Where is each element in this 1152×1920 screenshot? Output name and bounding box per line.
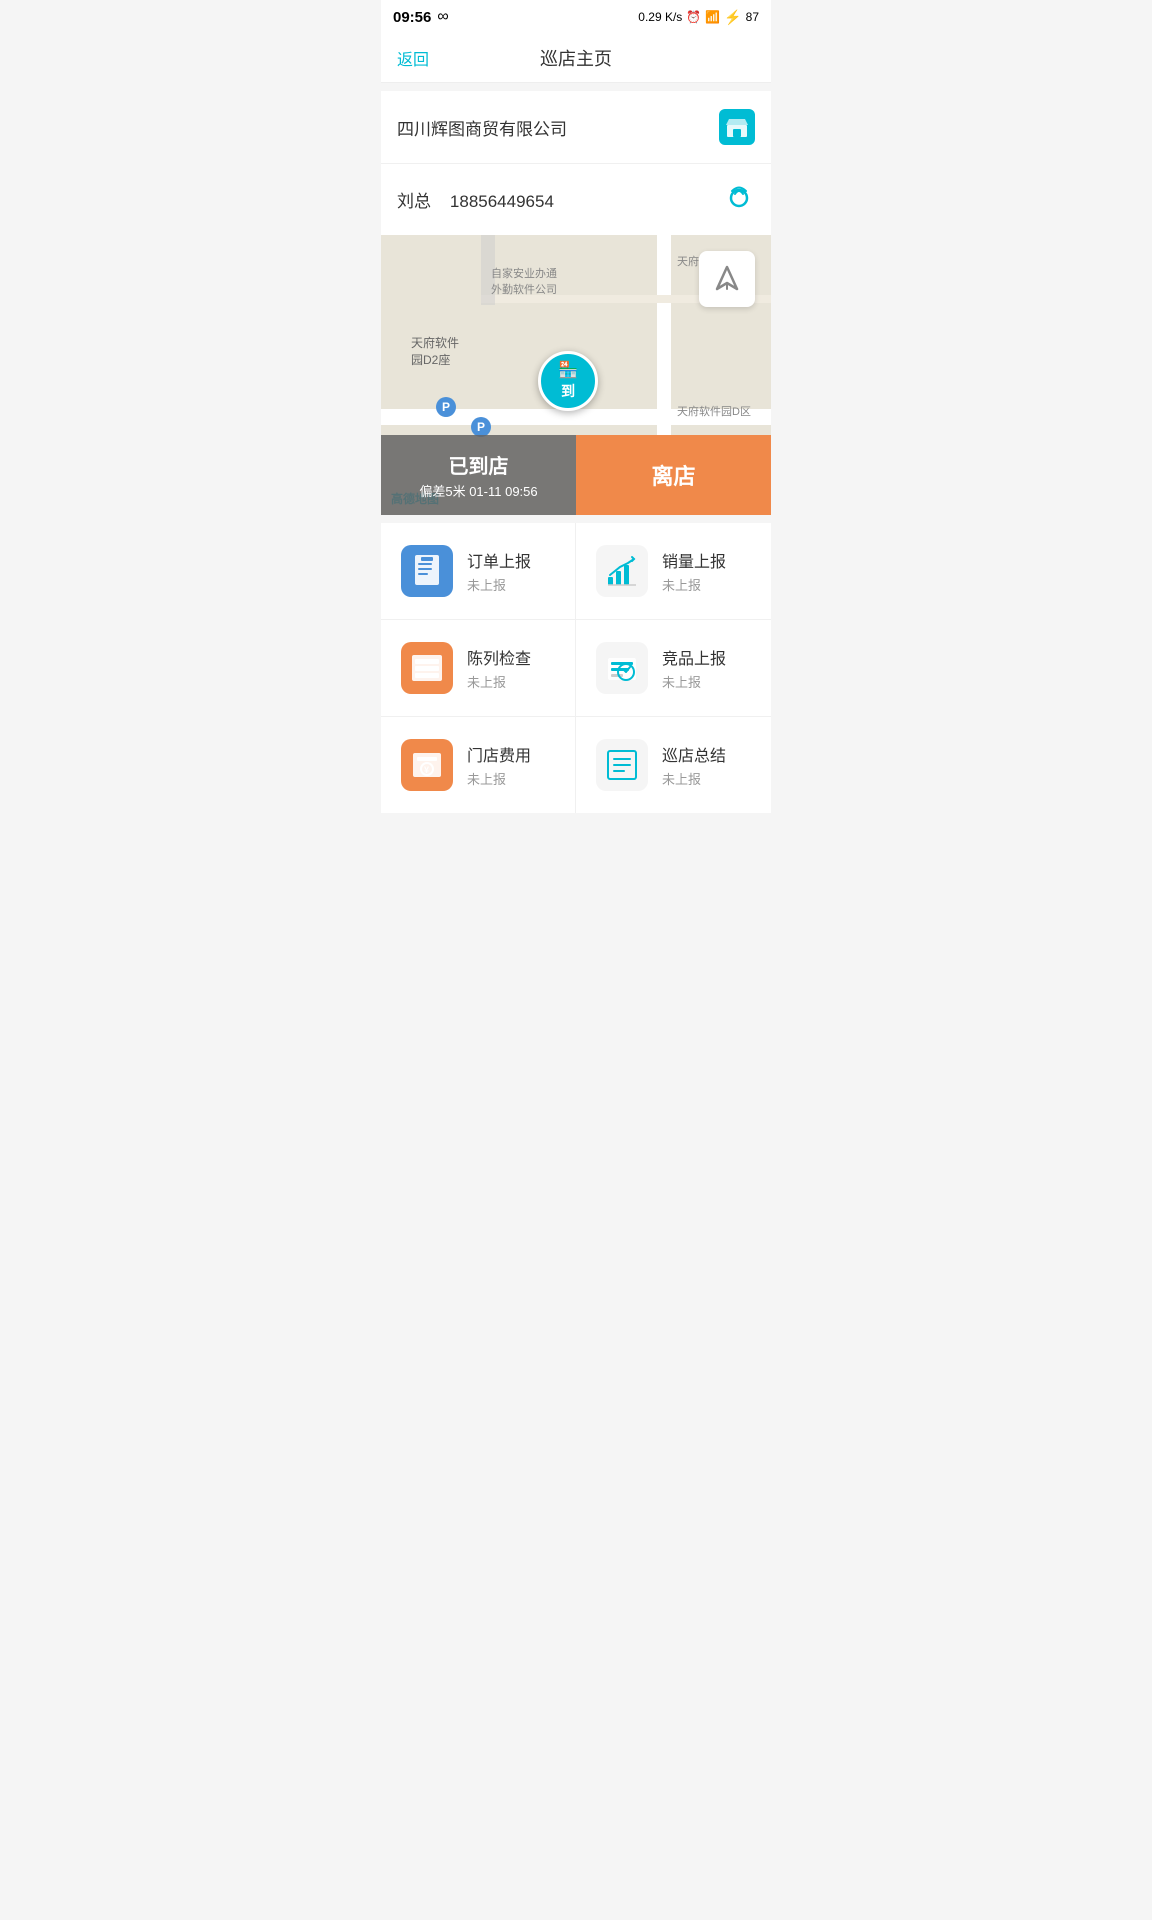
leave-button[interactable]: 离店 [576, 435, 771, 515]
feature-title-order: 订单上报 [467, 548, 531, 572]
feature-item-summary[interactable]: 巡店总结未上报 [576, 717, 771, 813]
company-row: 四川辉图商贸有限公司 [381, 91, 771, 164]
map-container: 自家安业办通 外勤软件公司 天府软件园D区 天府软件园D2座 天府软件园D区 P… [381, 235, 771, 515]
feature-item-display[interactable]: 陈列检查未上报 [381, 620, 576, 717]
feature-sub-display: 未上报 [467, 672, 531, 691]
feature-item-order[interactable]: 订单上报未上报 [381, 523, 576, 620]
feature-item-compete[interactable]: 竞品上报未上报 [576, 620, 771, 717]
feature-sub-summary: 未上报 [662, 769, 726, 788]
feature-sub-sales: 未上报 [662, 575, 726, 594]
arrived-sub: 偏差5米 01-11 09:56 [419, 481, 537, 500]
parking-icon: P [436, 397, 456, 417]
parking-icon-2: P [471, 417, 491, 437]
feature-icon-summary [596, 739, 648, 791]
map-label-2: 外勤软件公司 [491, 281, 557, 297]
feature-item-cost[interactable]: ¥ 门店费用未上报 [381, 717, 576, 813]
map-label-1: 自家安业办通 [491, 265, 557, 281]
arrived-main: 已到店 [449, 450, 509, 479]
feature-icon-order [401, 545, 453, 597]
features-grid: 订单上报未上报 销量上报未上报 陈列检查未上报 竞品上报未上报 ¥ 门店费用未上… [381, 523, 771, 813]
contact-info: 刘总 18856449654 [397, 187, 554, 212]
back-button[interactable]: 返回 [397, 46, 429, 70]
signal-icon: ⚡ [724, 9, 741, 26]
feature-icon-sales [596, 545, 648, 597]
feature-sub-order: 未上报 [467, 575, 531, 594]
map-label-5: 天府软件园D区 [677, 403, 751, 419]
contact-row: 刘总 18856449654 [381, 164, 771, 235]
infinity-icon: ∞ [437, 8, 448, 26]
contact-phone: 18856449654 [450, 192, 554, 211]
page-title: 巡店主页 [540, 45, 612, 71]
contact-name: 刘总 [397, 192, 431, 211]
feature-item-sales[interactable]: 销量上报未上报 [576, 523, 771, 620]
feature-title-sales: 销量上报 [662, 548, 726, 572]
feature-title-cost: 门店费用 [467, 742, 531, 766]
feature-icon-cost: ¥ [401, 739, 453, 791]
nav-bar: 返回 巡店主页 [381, 34, 771, 83]
feature-sub-compete: 未上报 [662, 672, 726, 691]
feature-title-compete: 竞品上报 [662, 645, 726, 669]
company-name: 四川辉图商贸有限公司 [397, 115, 567, 140]
info-section: 四川辉图商贸有限公司 刘总 18856449654 [381, 91, 771, 235]
feature-title-display: 陈列检查 [467, 645, 531, 669]
feature-icon-compete [596, 642, 648, 694]
feature-icon-display [401, 642, 453, 694]
location-marker: 🏪 到 [538, 351, 598, 411]
alarm-icon: ⏰ [686, 10, 701, 24]
wifi-icon: 📶 [705, 10, 720, 24]
navigate-button[interactable] [699, 251, 755, 307]
status-time: 09:56 [393, 9, 431, 26]
arrived-button[interactable]: 已到店 偏差5米 01-11 09:56 [381, 435, 576, 515]
speed-indicator: 0.29 K/s [638, 10, 682, 24]
map-label-4: 天府软件园D2座 [411, 335, 459, 369]
feature-sub-cost: 未上报 [467, 769, 531, 788]
store-icon [719, 109, 755, 145]
feature-title-summary: 巡店总结 [662, 742, 726, 766]
svg-text:¥: ¥ [424, 765, 429, 775]
battery-indicator: 87 [746, 10, 759, 24]
map-bottom-overlay: 已到店 偏差5米 01-11 09:56 离店 [381, 435, 771, 515]
status-bar: 09:56 ∞ 0.29 K/s ⏰ 📶 ⚡ 87 [381, 0, 771, 34]
phone-icon[interactable] [727, 182, 755, 217]
